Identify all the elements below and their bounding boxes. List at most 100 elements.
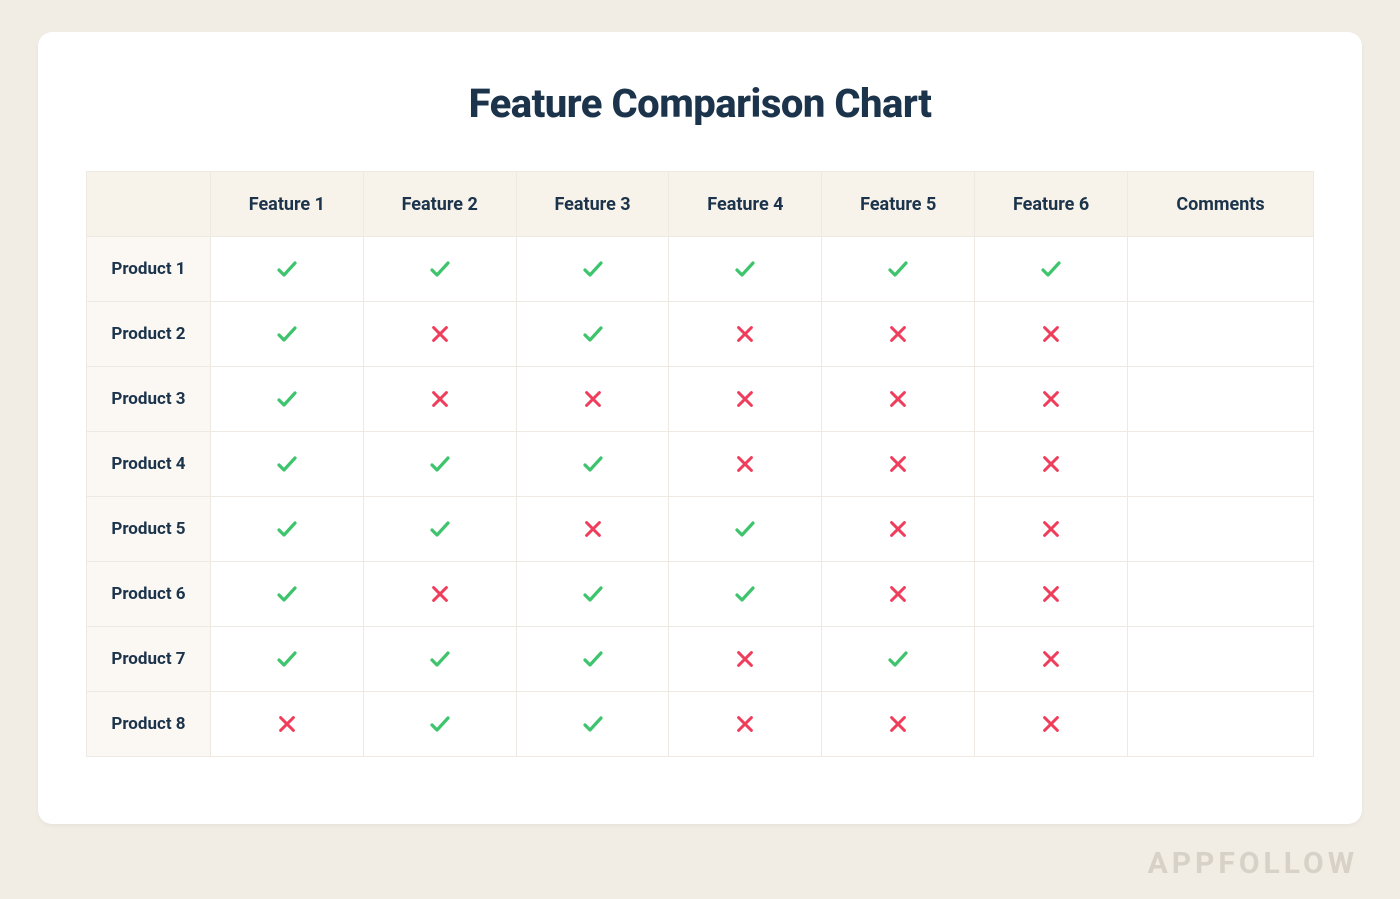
feature-cell [669, 692, 822, 757]
cross-icon [734, 388, 756, 408]
check-icon [581, 583, 605, 603]
feature-cell [975, 432, 1128, 497]
feature-cell [210, 627, 363, 692]
feature-cell [975, 237, 1128, 302]
row-header: Product 7 [87, 627, 211, 692]
check-icon [581, 323, 605, 343]
feature-cell [210, 432, 363, 497]
cross-icon [582, 518, 604, 538]
feature-cell [822, 302, 975, 367]
feature-cell [975, 302, 1128, 367]
feature-cell [210, 562, 363, 627]
col-header-feature-3: Feature 3 [516, 172, 669, 237]
comments-cell [1128, 562, 1314, 627]
comments-cell [1128, 432, 1314, 497]
cross-icon [887, 583, 909, 603]
feature-cell [975, 692, 1128, 757]
check-icon [275, 388, 299, 408]
comments-cell [1128, 367, 1314, 432]
feature-cell [822, 627, 975, 692]
cross-icon [1040, 453, 1062, 473]
check-icon [275, 648, 299, 668]
check-icon [886, 258, 910, 278]
row-header: Product 4 [87, 432, 211, 497]
check-icon [886, 648, 910, 668]
feature-cell [822, 432, 975, 497]
feature-cell [516, 432, 669, 497]
feature-cell [975, 497, 1128, 562]
feature-cell [363, 367, 516, 432]
cross-icon [1040, 648, 1062, 668]
check-icon [1039, 258, 1063, 278]
cross-icon [1040, 713, 1062, 733]
cross-icon [887, 518, 909, 538]
row-header: Product 8 [87, 692, 211, 757]
feature-cell [363, 692, 516, 757]
comparison-table-body: Product 1Product 2Product 3Product 4Prod… [87, 237, 1314, 757]
feature-cell [822, 692, 975, 757]
feature-cell [516, 692, 669, 757]
check-icon [428, 518, 452, 538]
cross-icon [734, 453, 756, 473]
check-icon [275, 258, 299, 278]
comparison-table-wrap: Feature 1 Feature 2 Feature 3 Feature 4 … [86, 171, 1314, 757]
comments-cell [1128, 237, 1314, 302]
feature-cell [363, 562, 516, 627]
cross-icon [734, 323, 756, 343]
cross-icon [887, 453, 909, 473]
row-header: Product 2 [87, 302, 211, 367]
check-icon [581, 453, 605, 473]
check-icon [733, 518, 757, 538]
feature-cell [516, 237, 669, 302]
table-row: Product 4 [87, 432, 1314, 497]
col-header-feature-1: Feature 1 [210, 172, 363, 237]
comments-cell [1128, 497, 1314, 562]
col-header-comments: Comments [1128, 172, 1314, 237]
check-icon [581, 258, 605, 278]
cross-icon [887, 388, 909, 408]
cross-icon [1040, 323, 1062, 343]
check-icon [275, 453, 299, 473]
feature-cell [669, 367, 822, 432]
feature-cell [363, 627, 516, 692]
cross-icon [734, 648, 756, 668]
table-row: Product 1 [87, 237, 1314, 302]
feature-cell [363, 302, 516, 367]
cross-icon [734, 713, 756, 733]
feature-cell [975, 562, 1128, 627]
feature-cell [363, 432, 516, 497]
col-header-feature-6: Feature 6 [975, 172, 1128, 237]
cross-icon [1040, 388, 1062, 408]
col-header-feature-4: Feature 4 [669, 172, 822, 237]
feature-cell [822, 367, 975, 432]
check-icon [275, 323, 299, 343]
check-icon [733, 258, 757, 278]
feature-cell [210, 497, 363, 562]
cross-icon [429, 323, 451, 343]
check-icon [733, 583, 757, 603]
feature-cell [516, 627, 669, 692]
row-header: Product 5 [87, 497, 211, 562]
check-icon [428, 453, 452, 473]
feature-cell [210, 367, 363, 432]
cross-icon [1040, 518, 1062, 538]
cross-icon [887, 323, 909, 343]
cross-icon [582, 388, 604, 408]
cross-icon [429, 583, 451, 603]
brand-watermark: APPFOLLOW [1148, 846, 1358, 881]
feature-cell [516, 367, 669, 432]
feature-cell [669, 302, 822, 367]
feature-cell [975, 367, 1128, 432]
feature-cell [822, 497, 975, 562]
feature-cell [210, 692, 363, 757]
feature-cell [516, 497, 669, 562]
feature-cell [516, 302, 669, 367]
row-header: Product 3 [87, 367, 211, 432]
table-row: Product 6 [87, 562, 1314, 627]
table-row: Product 2 [87, 302, 1314, 367]
comparison-table: Feature 1 Feature 2 Feature 3 Feature 4 … [86, 171, 1314, 757]
check-icon [428, 713, 452, 733]
col-header-blank [87, 172, 211, 237]
table-row: Product 3 [87, 367, 1314, 432]
feature-cell [822, 562, 975, 627]
